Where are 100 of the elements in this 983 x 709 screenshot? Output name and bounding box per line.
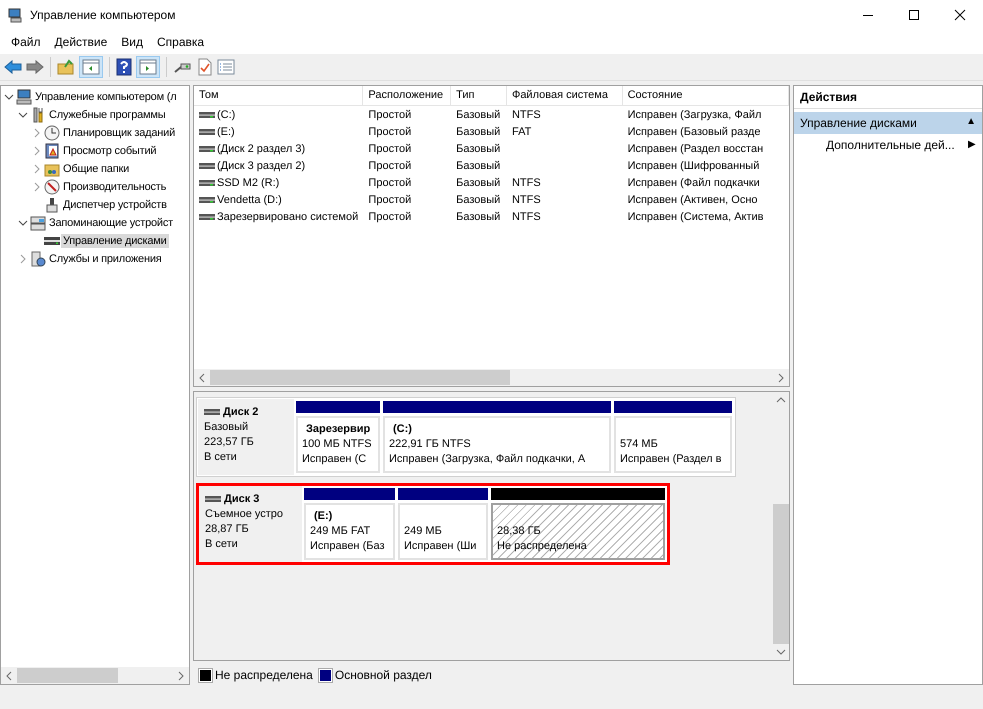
horizontal-scrollbar[interactable] [1, 667, 189, 684]
table-cell: Зарезервировано системой [217, 210, 358, 222]
tree-item[interactable]: Службы и приложения [47, 252, 164, 266]
column-header[interactable]: Том [194, 86, 364, 105]
table-cell: Исправен (Шифрованный [628, 160, 760, 172]
partition-status: Не распределена [497, 539, 588, 554]
disk-row[interactable]: Диск 2 Базовый 223,57 ГБ В сети Зарезервир 100 МБ NTFS Исправен (С (C:) 222,91 ГБ NTFS Исправен (Загрузка, Файл подкачки, А 574 МБ Исправен (Раздел в [196, 397, 736, 477]
collapsed-caret-icon[interactable] [18, 254, 28, 264]
table-cell: Простой [368, 176, 412, 188]
folder-icon[interactable] [57, 59, 75, 75]
actions-section[interactable]: Управление дисками ▲ [794, 112, 982, 134]
table-cell: (Диск 2 раздел 3) [217, 142, 306, 154]
scroll-left-icon[interactable] [198, 372, 206, 382]
expanded-caret-icon[interactable] [18, 218, 28, 228]
column-header[interactable]: Расположение [363, 86, 452, 105]
partition-size: 222,91 ГБ NTFS [389, 437, 472, 452]
tree-item[interactable]: Просмотр событий [61, 144, 158, 158]
table-cell: Базовый [456, 160, 500, 172]
expanded-caret-icon[interactable] [4, 92, 14, 102]
clock-icon [44, 125, 60, 141]
partition-size: 249 МБ FAT [310, 524, 372, 539]
table-cell: Исправен (Система, Актив [628, 210, 764, 222]
table-cell: Базовый [456, 142, 500, 154]
column-header[interactable]: Файловая система [506, 86, 623, 105]
pane-icon[interactable] [136, 56, 160, 78]
tree-item[interactable]: Управление компьютером (л [33, 90, 178, 104]
action-item[interactable]: Дополнительные дей... ▶ [794, 134, 982, 156]
collapsed-caret-icon[interactable] [32, 128, 42, 138]
partition-size: 28,38 ГБ [497, 524, 542, 539]
table-cell: Базовый [456, 108, 500, 120]
partition-size: 574 МБ [620, 437, 659, 452]
tree-item[interactable]: Диспетчер устройств [61, 198, 169, 212]
horizontal-scrollbar[interactable] [194, 369, 789, 386]
scroll-up-icon[interactable] [776, 396, 786, 404]
disk-status: В сети [204, 450, 238, 465]
table-cell: Vendetta (D:) [217, 194, 282, 206]
legend-label: Основной раздел [334, 668, 432, 682]
tree-item[interactable]: Служебные программы [47, 108, 168, 122]
table-cell: Исправен (Файл подкачки [628, 176, 760, 188]
disk-size: 223,57 ГБ [204, 435, 255, 450]
actions-title: Действия [794, 86, 982, 109]
back-arrow-icon[interactable] [4, 59, 22, 75]
disk-type: Съемное устро [205, 507, 284, 522]
tree-item[interactable]: Планировщик заданий [61, 126, 178, 140]
partition-title: (C:) [392, 422, 413, 437]
collapsed-caret-icon[interactable] [32, 182, 42, 192]
list-icon[interactable] [217, 59, 235, 75]
table-cell: (Диск 3 раздел 2) [217, 160, 306, 172]
table-cell: Простой [368, 108, 412, 120]
partition-status: Исправен (Загрузка, Файл подкачки, А [389, 452, 586, 467]
partition-status: Исправен (Раздел в [620, 452, 722, 467]
collapsed-caret-icon[interactable] [32, 164, 42, 174]
forward-arrow-icon[interactable] [26, 59, 44, 75]
menu-item[interactable]: Вид [114, 35, 150, 49]
disk-icon [205, 496, 221, 503]
selected-disk-frame[interactable]: Диск 3 Съемное устро 28,87 ГБ В сети (E:) 249 МБ FAT Исправен (Баз 249 МБ Исправен (Ши 28,38 ГБ Не распределена [196, 483, 670, 565]
disk-size: 28,87 ГБ [205, 522, 250, 537]
app-icon [8, 7, 24, 23]
collapsed-caret-icon[interactable] [32, 146, 42, 156]
gauge-icon [44, 179, 60, 195]
computer-icon [16, 89, 32, 105]
column-header[interactable]: Состояние [622, 86, 789, 105]
table-cell: (E:) [217, 126, 235, 138]
disk-name: Диск 3 [224, 492, 260, 507]
scroll-right-icon[interactable] [177, 670, 185, 680]
scroll-left-icon[interactable] [5, 670, 13, 680]
partition-title: Зарезервир [305, 422, 372, 437]
partition-status: Исправен (Ши [404, 539, 478, 554]
disk-type: Базовый [204, 420, 250, 435]
tree-item[interactable]: Общие папки [61, 162, 132, 176]
partition-size: 100 МБ NTFS [302, 437, 373, 452]
menu-item[interactable]: Справка [150, 35, 212, 49]
table-cell: Базовый [456, 194, 500, 206]
window-title: Управление компьютером [30, 8, 176, 22]
services-icon [30, 251, 46, 267]
table-cell: Простой [368, 194, 412, 206]
table-cell: SSD M2 (R:) [217, 176, 280, 188]
legend-label: Не распределена [215, 668, 313, 682]
table-cell: NTFS [512, 194, 541, 206]
table-cell: Простой [368, 126, 412, 138]
menu-item[interactable]: Файл [4, 35, 48, 49]
column-header[interactable]: Тип [451, 86, 507, 105]
table-cell: FAT [512, 126, 532, 138]
table-cell: Простой [368, 142, 412, 154]
expanded-caret-icon[interactable] [18, 110, 28, 120]
table-cell: Исправен (Загрузка, Файл [628, 108, 762, 120]
tree-item[interactable]: Производительность [61, 180, 168, 194]
scroll-right-icon[interactable] [777, 372, 785, 382]
scroll-down-icon[interactable] [776, 648, 786, 656]
table-cell: Простой [368, 210, 412, 222]
menu-item[interactable]: Действие [48, 35, 114, 49]
partition-title: (E:) [313, 509, 334, 524]
help-icon[interactable] [116, 58, 132, 76]
tree-item[interactable]: Управление дисками [61, 234, 169, 248]
log-book-icon [44, 143, 60, 159]
pane-icon[interactable] [79, 56, 103, 78]
partition-status: Исправен (С [302, 452, 368, 467]
table-cell: Исправен (Раздел восстан [628, 142, 764, 154]
tree-item[interactable]: Запоминающие устройст [47, 216, 175, 230]
checklist-icon[interactable] [197, 58, 213, 76]
